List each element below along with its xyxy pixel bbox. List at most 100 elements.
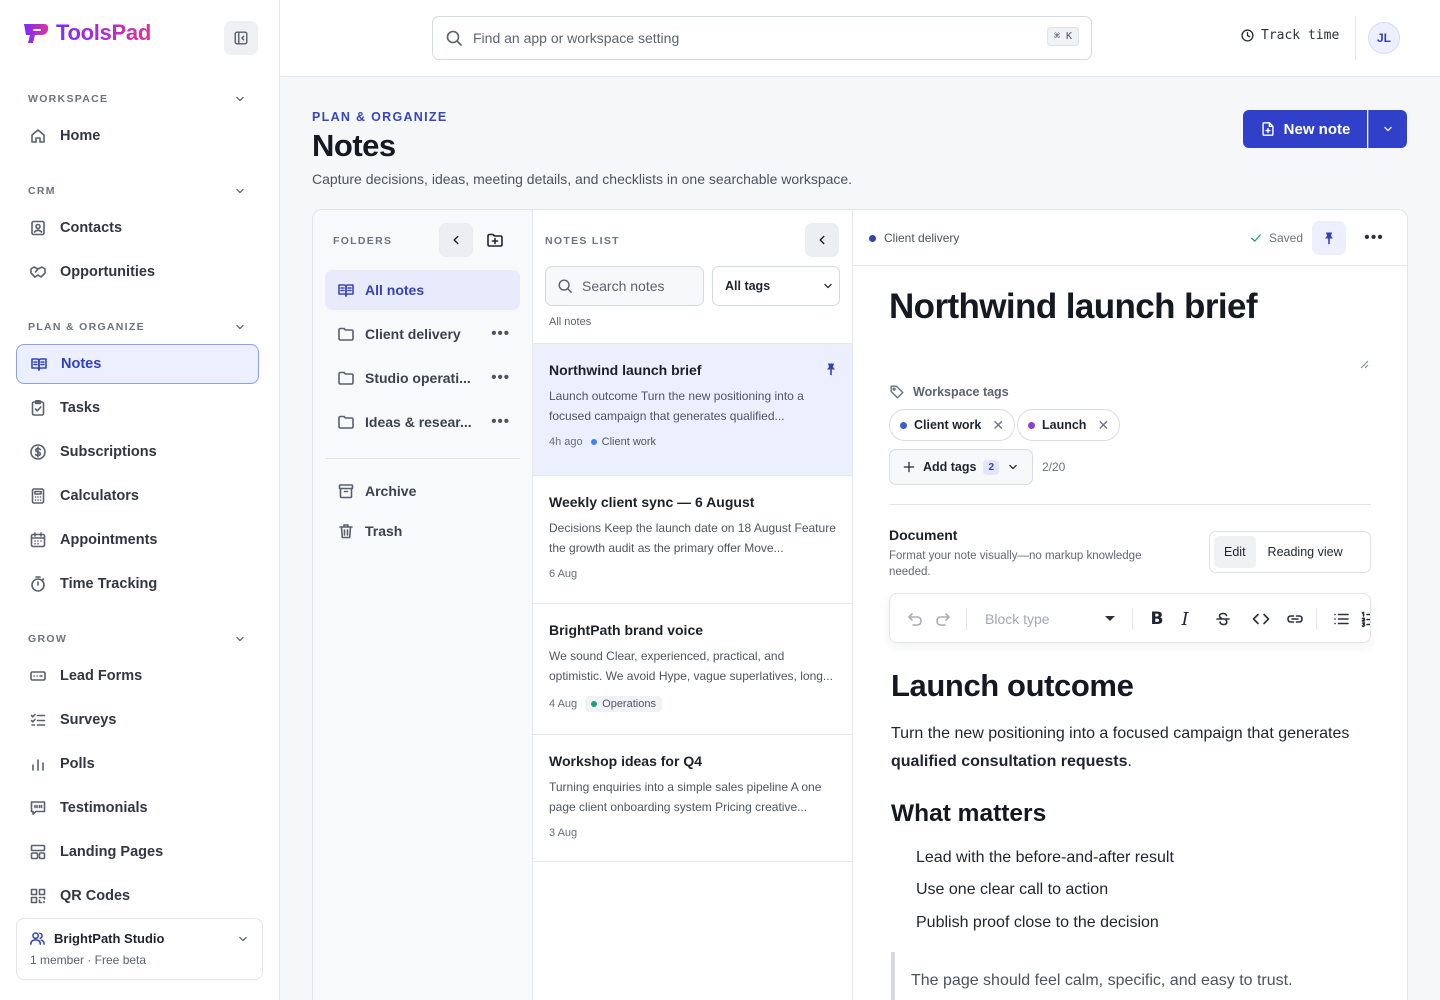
document-heading-1[interactable]: Launch outcome xyxy=(891,668,1134,704)
new-file-icon xyxy=(1262,122,1274,136)
document-heading-2[interactable]: What matters xyxy=(891,800,1046,828)
workspace-switcher[interactable]: BrightPath Studio 1 member · Free beta xyxy=(16,918,263,980)
calculator-icon xyxy=(31,488,45,504)
section-crm[interactable]: CRM xyxy=(28,184,247,198)
folder-more-icon[interactable]: ••• xyxy=(491,413,510,430)
tags-label-text: Workspace tags xyxy=(913,385,1009,399)
note-tag: Client work xyxy=(590,436,656,448)
folder-more-icon[interactable]: ••• xyxy=(491,325,510,342)
user-avatar[interactable]: JL xyxy=(1368,22,1400,54)
redo-button[interactable] xyxy=(930,606,956,632)
code-button[interactable] xyxy=(1248,606,1274,632)
sidebar-item-lead-forms[interactable]: Lead Forms xyxy=(16,656,259,696)
section-label: WORKSPACE xyxy=(28,93,109,105)
note-title-field[interactable]: Northwind launch brief xyxy=(889,287,1258,327)
sidebar-item-contacts[interactable]: Contacts xyxy=(16,208,259,248)
note-date: 4h ago xyxy=(549,436,583,448)
tag-chip-launch[interactable]: Launch ✕ xyxy=(1017,409,1121,441)
section-plan-organize[interactable]: PLAN & ORGANIZE xyxy=(28,320,247,334)
sidebar-item-landing-pages[interactable]: Landing Pages xyxy=(16,832,259,872)
clock-icon xyxy=(1241,29,1254,42)
folder-trash[interactable]: Trash xyxy=(325,511,520,551)
tag-chip-client-work[interactable]: Client work ✕ xyxy=(889,409,1016,441)
numbered-list-button[interactable] xyxy=(1356,606,1370,632)
remove-tag-icon[interactable]: ✕ xyxy=(1097,417,1109,434)
dollar-circle-icon xyxy=(30,444,46,460)
sidebar-item-label: Home xyxy=(60,128,101,144)
add-tags-button[interactable]: Add tags 2 xyxy=(889,449,1033,485)
folder-more-icon[interactable]: ••• xyxy=(491,369,510,386)
sidebar-item-notes[interactable]: Notes xyxy=(16,344,259,384)
toolbar-divider xyxy=(966,608,967,630)
sidebar-item-subscriptions[interactable]: Subscriptions xyxy=(16,432,259,472)
list-item[interactable]: Use one clear call to action xyxy=(916,881,1108,899)
collapse-notes-list-button[interactable] xyxy=(805,223,839,257)
new-folder-button[interactable] xyxy=(480,225,510,255)
global-search-input[interactable]: Find an app or workspace setting ⌘ K xyxy=(432,16,1092,60)
collapse-sidebar-button[interactable] xyxy=(224,21,258,55)
remove-tag-icon[interactable]: ✕ xyxy=(992,417,1004,434)
page-title: Notes xyxy=(312,128,396,163)
document-blockquote[interactable]: The page should feel calm, specific, and… xyxy=(891,952,1371,1000)
sidebar-item-testimonials[interactable]: Testimonials xyxy=(16,788,259,828)
new-note-options-button[interactable] xyxy=(1368,110,1407,148)
sidebar-item-calculators[interactable]: Calculators xyxy=(16,476,259,516)
qr-icon xyxy=(30,888,46,904)
resize-handle-icon[interactable] xyxy=(1359,359,1369,369)
app-logo[interactable]: ToolsPad xyxy=(22,20,151,46)
note-editor: Client delivery Saved ••• Northwind laun… xyxy=(853,210,1407,1000)
chevron-down-icon xyxy=(1384,126,1392,132)
folder-icon xyxy=(338,327,354,341)
note-card[interactable]: Workshop ideas for Q4 Turning enquiries … xyxy=(533,734,852,862)
italic-button[interactable]: I xyxy=(1172,606,1198,632)
quote-bubble-icon xyxy=(30,801,46,815)
folder-all-notes[interactable]: All notes xyxy=(325,270,520,310)
folder-studio-operations[interactable]: Studio operati... ••• xyxy=(325,358,520,398)
clipboard-check-icon xyxy=(31,399,45,416)
sidebar-item-opportunities[interactable]: Opportunities xyxy=(16,252,259,292)
track-time-button[interactable]: Track time xyxy=(1240,28,1339,43)
edit-mode-button[interactable]: Edit xyxy=(1214,536,1256,568)
chevron-down-icon xyxy=(239,936,247,942)
folder-archive[interactable]: Archive xyxy=(325,471,520,511)
sidebar-item-qr-codes[interactable]: QR Codes xyxy=(16,876,259,916)
reading-view-button[interactable]: Reading view xyxy=(1260,545,1351,559)
bullet-list-button[interactable] xyxy=(1328,606,1354,632)
sidebar-item-polls[interactable]: Polls xyxy=(16,744,259,784)
sidebar-item-surveys[interactable]: Surveys xyxy=(16,700,259,740)
section-workspace[interactable]: WORKSPACE xyxy=(28,92,247,106)
collapse-folders-button[interactable] xyxy=(439,223,473,257)
note-card[interactable]: Weekly client sync — 6 August Decisions … xyxy=(533,475,852,603)
document-paragraph[interactable]: Turn the new positioning into a focused … xyxy=(891,720,1373,776)
sidebar-item-appointments[interactable]: Appointments xyxy=(16,520,259,560)
list-item[interactable]: Lead with the before-and-after result xyxy=(916,849,1174,867)
note-more-options-button[interactable]: ••• xyxy=(1357,221,1391,255)
note-card[interactable]: BrightPath brand voice We sound Clear, e… xyxy=(533,603,852,734)
notes-search-input[interactable]: Search notes xyxy=(545,266,704,306)
section-grow[interactable]: GROW xyxy=(28,632,247,646)
block-type-select[interactable]: Block type xyxy=(985,606,1115,632)
pin-note-button[interactable] xyxy=(1312,221,1346,255)
bold-button[interactable]: B xyxy=(1144,606,1170,632)
undo-button[interactable] xyxy=(902,606,928,632)
sidebar-item-home[interactable]: Home xyxy=(16,116,259,156)
topbar-divider xyxy=(1355,16,1356,60)
strikethrough-button[interactable] xyxy=(1210,606,1236,632)
folder-breadcrumb[interactable]: Client delivery xyxy=(869,231,959,245)
folder-client-delivery[interactable]: Client delivery ••• xyxy=(325,314,520,354)
chevron-left-icon xyxy=(453,235,459,245)
folder-label: All notes xyxy=(365,282,425,298)
tag-filter-select[interactable]: All tags xyxy=(712,266,840,306)
sidebar-item-tasks[interactable]: Tasks xyxy=(16,388,259,428)
new-note-button[interactable]: New note xyxy=(1243,110,1367,148)
app-name: ToolsPad xyxy=(56,20,151,45)
link-button[interactable] xyxy=(1282,606,1308,632)
note-date: 4 Aug xyxy=(549,698,578,710)
folder-ideas-research[interactable]: Ideas & resear... ••• xyxy=(325,402,520,442)
sidebar-item-time-tracking[interactable]: Time Tracking xyxy=(16,564,259,604)
tag-icon xyxy=(890,385,904,399)
list-item[interactable]: Publish proof close to the decision xyxy=(916,914,1159,932)
tag-chip-label: Client work xyxy=(914,418,982,432)
note-card[interactable]: Northwind launch brief Launch outcome Tu… xyxy=(533,343,852,475)
italic-icon: I xyxy=(1181,608,1189,630)
